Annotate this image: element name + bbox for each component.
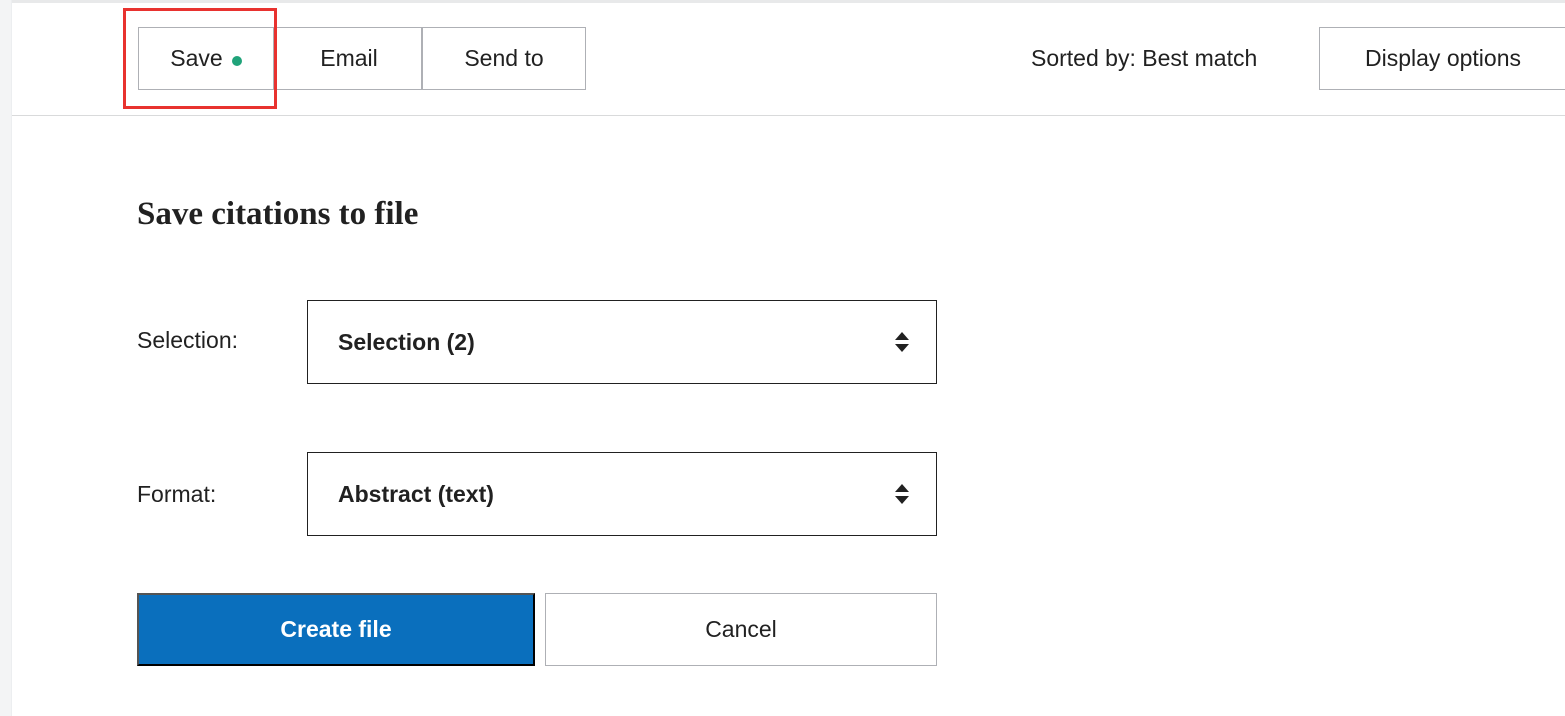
results-toolbar: Save Email Send to Sorted by: Best match…	[12, 3, 1565, 116]
send-to-button-label: Send to	[464, 45, 544, 71]
send-to-button[interactable]: Send to	[422, 27, 586, 90]
cancel-label: Cancel	[705, 616, 777, 642]
selection-select-value: Selection (2)	[338, 328, 475, 355]
cancel-button[interactable]: Cancel	[545, 593, 937, 666]
left-sidebar-strip	[0, 0, 12, 716]
save-button[interactable]: Save	[138, 27, 274, 90]
create-file-label: Create file	[280, 616, 392, 642]
sorted-by-label[interactable]: Sorted by: Best match	[1031, 27, 1257, 90]
selection-label: Selection:	[137, 327, 239, 353]
format-label: Format:	[137, 481, 217, 507]
save-citations-heading: Save citations to file	[137, 196, 419, 232]
create-file-button[interactable]: Create file	[137, 593, 535, 666]
display-options-button[interactable]: Display options	[1319, 27, 1565, 90]
sort-arrows-icon	[895, 484, 909, 504]
selection-select[interactable]: Selection (2)	[307, 300, 937, 384]
format-select-value: Abstract (text)	[338, 480, 494, 507]
display-options-label: Display options	[1365, 45, 1521, 71]
sort-arrows-icon	[895, 332, 909, 352]
save-indicator-dot	[231, 55, 242, 66]
email-button-label: Email	[320, 45, 378, 71]
save-button-label: Save	[170, 45, 223, 71]
format-select[interactable]: Abstract (text)	[307, 452, 937, 536]
email-button[interactable]: Email	[276, 27, 422, 90]
